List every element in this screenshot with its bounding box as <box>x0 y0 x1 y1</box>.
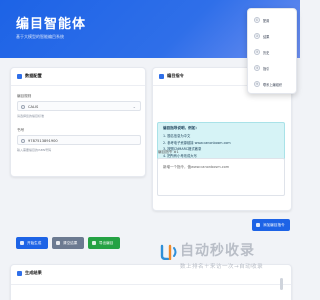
step-one-icon: ① <box>254 17 260 23</box>
menu-item-label: 联系上编组织 <box>263 83 283 87</box>
clear-button[interactable]: 清空结果 <box>52 237 84 249</box>
instruction-textarea[interactable]: 新增一个指令，值www.canonbosm.com <box>157 158 285 196</box>
watermark-text: 自动秒收录 <box>180 243 255 259</box>
instruction-textarea-label: 编目指令 #1 <box>158 150 179 154</box>
clear-label: 清空结果 <box>63 240 78 245</box>
card-header: 数据配置 <box>11 68 145 86</box>
isbn-input[interactable]: 9787513891900 <box>17 135 141 145</box>
catalog-rule-value: CALIS <box>28 104 39 109</box>
menu-item-label: 指引 <box>263 67 270 71</box>
download-icon <box>92 240 96 245</box>
add-instruction-button[interactable]: 添加编目指令 <box>252 219 290 231</box>
isbn-value: 9787513891900 <box>28 138 58 143</box>
plus-icon <box>256 222 260 227</box>
generate-button[interactable]: 开始生成 <box>16 237 48 249</box>
app-title: 编目智能体 <box>16 17 87 32</box>
menu-item-label: 配置 <box>263 19 270 23</box>
file-icon <box>17 271 22 276</box>
tips-title: 编目指导说明，例如： <box>163 126 199 130</box>
watermark: 自动秒收录 数上排名＋来访一次→自动收录 <box>160 236 285 278</box>
export-button[interactable]: 导出编目 <box>88 237 120 249</box>
menu-item-guide[interactable]: ④ 指引 <box>251 61 295 75</box>
step-four-icon: ④ <box>254 65 260 71</box>
card-title: 生成结果 <box>25 270 42 275</box>
scrollbar[interactable] <box>280 278 283 290</box>
data-config-card: 数据配置 编目规则 CALIS ⌄ 请选择您的编目标准 书号 978751389… <box>10 67 146 177</box>
card-title: 编目指令 <box>167 73 184 78</box>
textarea-text: 新增一个指令，值www.canonbosm.com <box>163 165 230 169</box>
database-icon <box>17 74 22 79</box>
floating-nav-menu: ① 配置 ② 结果 ③ 历史 ④ 指引 ⑤ 联系上编组织 <box>247 8 297 94</box>
menu-item-label: 结果 <box>263 35 270 39</box>
app-subtitle: 基于大模型的智能编目系统 <box>16 34 64 39</box>
menu-item-contact[interactable]: ⑤ 联系上编组织 <box>251 77 295 91</box>
menu-item-history[interactable]: ③ 历史 <box>251 45 295 59</box>
tip-line: 1. 题名信息为中文 <box>163 134 191 138</box>
step-three-icon: ③ <box>254 49 260 55</box>
menu-item-label: 历史 <box>263 51 270 55</box>
play-icon <box>20 240 24 245</box>
menu-item-result[interactable]: ② 结果 <box>251 29 295 43</box>
tip-line: 2. 参考电子资源链接 www.canonbosm.com <box>163 140 231 145</box>
chevron-down-icon: ⌄ <box>132 104 136 109</box>
watermark-subtitle: 数上排名＋来访一次→自动收录 <box>180 264 264 270</box>
card-title: 数据配置 <box>25 73 42 78</box>
step-five-icon: ⑤ <box>254 81 260 87</box>
trash-icon <box>56 240 60 245</box>
add-instruction-label: 添加编目指令 <box>263 222 285 227</box>
isbn-label: 书号 <box>17 128 25 132</box>
catalog-rule-select[interactable]: CALIS ⌄ <box>17 101 141 111</box>
isbn-hint: 输入需要编目的ISBN号码 <box>17 148 52 152</box>
rule-icon <box>21 104 25 109</box>
catalog-rule-hint: 请选择您的编目标准 <box>17 114 45 118</box>
barcode-icon <box>21 138 25 143</box>
catalog-rule-label: 编目规则 <box>17 94 32 98</box>
export-label: 导出编目 <box>99 240 114 245</box>
generate-label: 开始生成 <box>27 240 42 245</box>
edit-icon <box>159 74 164 79</box>
watermark-logo-icon <box>160 244 177 260</box>
menu-item-config[interactable]: ① 配置 <box>251 13 295 27</box>
step-two-icon: ② <box>254 33 260 39</box>
